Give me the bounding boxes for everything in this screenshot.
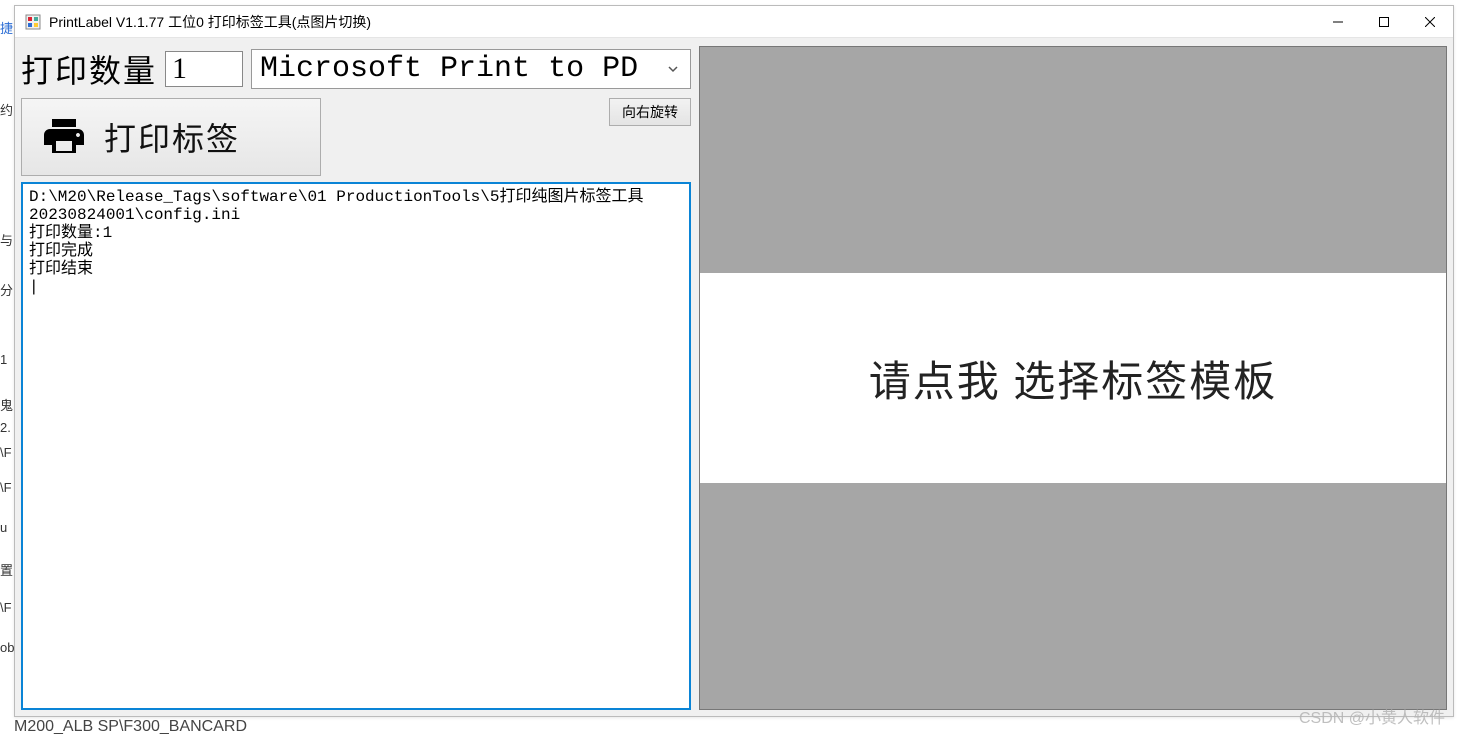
template-preview-area[interactable]: 请点我 选择标签模板 (699, 46, 1447, 710)
app-icon (25, 14, 41, 30)
client-area: 打印数量 Microsoft Print to PD 打印标签 (15, 38, 1453, 716)
template-select-banner[interactable]: 请点我 选择标签模板 (700, 273, 1446, 483)
print-qty-input[interactable] (165, 51, 243, 87)
top-input-row: 打印数量 Microsoft Print to PD (21, 46, 691, 92)
watermark-text: CSDN @小黄人软件 (1299, 704, 1445, 728)
log-textbox[interactable]: D:\M20\Release_Tags\software\01 Producti… (21, 182, 691, 710)
action-row: 打印标签 向右旋转 (21, 98, 691, 176)
print-qty-label: 打印数量 (21, 46, 157, 92)
chevron-down-icon (664, 63, 682, 75)
template-select-prompt: 请点我 选择标签模板 (869, 348, 1278, 409)
minimize-button[interactable] (1315, 6, 1361, 37)
left-pane: 打印数量 Microsoft Print to PD 打印标签 (21, 46, 691, 710)
maximize-button[interactable] (1361, 6, 1407, 37)
printer-select[interactable]: Microsoft Print to PD (251, 49, 691, 89)
app-window: PrintLabel V1.1.77 工位0 打印标签工具(点图片切换) 打印数… (14, 5, 1454, 717)
print-label-button-text: 打印标签 (104, 114, 240, 160)
background-occluded-text: 捷 约 与 分 1 鬼 2. \F \F u 置 \F ob (0, 0, 12, 734)
printer-select-value: Microsoft Print to PD (260, 52, 664, 86)
titlebar: PrintLabel V1.1.77 工位0 打印标签工具(点图片切换) (15, 6, 1453, 38)
rotate-right-button-text: 向右旋转 (622, 102, 678, 122)
printer-icon (38, 111, 90, 163)
window-title: PrintLabel V1.1.77 工位0 打印标签工具(点图片切换) (49, 12, 1315, 32)
print-label-button[interactable]: 打印标签 (21, 98, 321, 176)
window-controls (1315, 6, 1453, 37)
close-button[interactable] (1407, 6, 1453, 37)
rotate-right-button[interactable]: 向右旋转 (609, 98, 691, 126)
footer-occluded-text: M200_ALB SP\F300_BANCARD (14, 718, 247, 736)
